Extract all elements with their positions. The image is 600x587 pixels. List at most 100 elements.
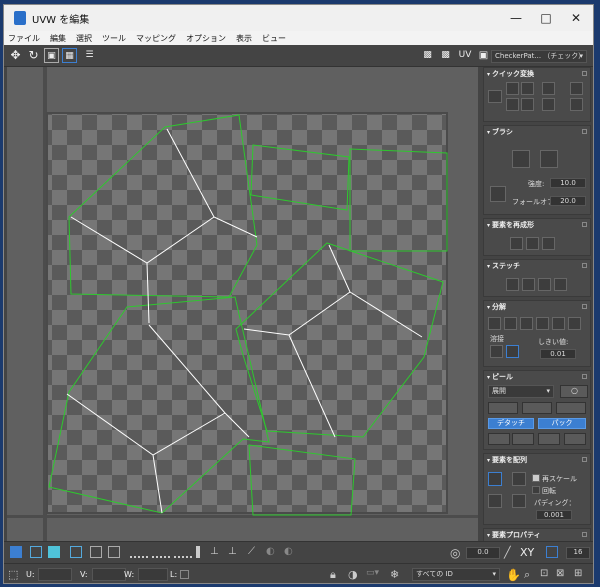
menu-display[interactable]: 表示 — [236, 33, 252, 44]
grid-size-field[interactable]: 16 — [566, 547, 590, 559]
maximize-icon[interactable]: □ — [531, 5, 561, 31]
weld-target-icon[interactable] — [506, 345, 519, 358]
grid-snap-icon[interactable] — [546, 546, 558, 558]
straighten-icon[interactable] — [506, 98, 519, 111]
hide-icon[interactable]: ◑ — [348, 568, 360, 581]
pack-button[interactable]: パック — [538, 418, 586, 429]
material-id-dropdown[interactable]: すべての ID ▾ — [412, 568, 500, 581]
uv-label[interactable]: UV — [456, 48, 474, 63]
arrange-header[interactable]: ▾ 要素を配列 — [484, 454, 590, 466]
peel-reset-button[interactable]: ○ — [560, 385, 588, 398]
pack-together-icon[interactable] — [512, 472, 526, 486]
brush-stroke-icon[interactable] — [490, 186, 506, 202]
distribute-h-icon[interactable] — [570, 82, 583, 95]
ring-select-icon[interactable] — [152, 546, 170, 558]
freeze-icon[interactable]: ❄ — [390, 568, 402, 581]
menu-options[interactable]: オプション — [186, 33, 226, 44]
peel-header[interactable]: ▾ ピール — [484, 371, 590, 383]
align-horizontal-icon[interactable] — [506, 82, 519, 95]
menu-view[interactable]: ビュー — [262, 33, 286, 44]
checker-icon-2[interactable]: ▩ — [438, 48, 453, 63]
rotate-icon[interactable]: ↻ — [26, 48, 41, 63]
cube-icon[interactable] — [542, 237, 555, 250]
zoom-region-icon[interactable]: ⊡ — [540, 568, 552, 580]
peel-quick-button[interactable] — [488, 402, 518, 414]
edge-select-icon[interactable] — [174, 546, 192, 558]
detach-button[interactable]: デタッチ — [488, 418, 534, 429]
xy-label[interactable]: XY — [520, 546, 534, 559]
minimize-icon[interactable]: — — [501, 5, 531, 31]
move-icon[interactable]: ✥ — [8, 48, 23, 63]
pin-icon-2[interactable] — [512, 433, 534, 445]
stitch-target-icon[interactable] — [538, 278, 551, 291]
falloff-field[interactable]: 20.0 — [550, 196, 586, 206]
align-vertical-icon[interactable] — [521, 82, 534, 95]
relax-brush-icon[interactable] — [540, 150, 558, 168]
paint-brush-icon[interactable] — [512, 150, 530, 168]
stitch-avg-icon[interactable] — [522, 278, 535, 291]
pack-custom-icon[interactable] — [488, 494, 502, 508]
menu-file[interactable]: ファイル — [8, 33, 40, 44]
paint-shrink-icon[interactable]: ◐ — [284, 546, 296, 558]
paint-grow-icon[interactable]: ◐ — [266, 546, 278, 558]
transform-icon[interactable]: ╱ — [504, 546, 516, 559]
checker-icon-1[interactable]: ▩ — [420, 48, 435, 63]
grow-selection-icon[interactable] — [90, 546, 102, 558]
lock-icon[interactable]: 🔒︎ — [330, 568, 342, 581]
select-element-icon[interactable] — [70, 546, 82, 558]
zoom-selected-icon[interactable]: ⊞ — [574, 568, 586, 580]
zoom-extents-icon[interactable]: ⊠ — [556, 568, 568, 580]
pack-group-icon[interactable] — [512, 494, 526, 508]
explode-icon-4[interactable] — [536, 317, 549, 330]
peel-lscm-button[interactable] — [522, 402, 552, 414]
falloff-icon[interactable]: ⊥ — [228, 546, 240, 558]
pan-icon[interactable]: ✋ — [506, 568, 521, 582]
explode-icon-1[interactable] — [488, 317, 501, 330]
u-field[interactable] — [38, 568, 72, 581]
reshape-header[interactable]: ▾ 要素を再成形 — [484, 219, 590, 231]
menu-edit[interactable]: 編集 — [50, 33, 66, 44]
pack-normalize-icon[interactable] — [488, 472, 502, 486]
filter-selected-icon[interactable]: ▭▾ — [366, 568, 386, 580]
texture-icon[interactable]: ▣ — [476, 48, 491, 63]
mirror-icon[interactable]: ☰ — [82, 48, 97, 63]
freeform-icon[interactable]: ▦ — [62, 48, 77, 63]
absolute-offset-icon[interactable]: ⬚ — [8, 568, 20, 581]
angle-icon[interactable]: ◎ — [450, 546, 462, 560]
menu-tools[interactable]: ツール — [102, 33, 126, 44]
explode-icon-5[interactable] — [552, 317, 565, 330]
select-vertex-icon[interactable] — [10, 546, 22, 558]
rotate-cw-icon[interactable] — [542, 82, 555, 95]
distribute-v-icon[interactable] — [570, 98, 583, 111]
properties-header[interactable]: ▾ 要素プロパティ — [484, 529, 590, 541]
spacing-icon[interactable] — [521, 98, 534, 111]
zoom-icon[interactable]: ⌕ — [524, 568, 536, 581]
stitch-header[interactable]: ▾ ステッチ — [484, 260, 590, 272]
weld-selected-icon[interactable] — [490, 345, 503, 358]
stitch-source-icon[interactable] — [506, 278, 519, 291]
sphere-icon[interactable] — [526, 237, 539, 250]
angle-field[interactable]: 0.0 — [466, 547, 500, 559]
explode-header[interactable]: ▾ 分解 — [484, 301, 590, 313]
pin-icon-4[interactable] — [564, 433, 586, 445]
v-field[interactable] — [92, 568, 126, 581]
w-field[interactable] — [138, 568, 168, 581]
brush-header[interactable]: ▾ ブラシ — [484, 126, 590, 138]
menu-mapping[interactable]: マッピング — [136, 33, 176, 44]
threshold-field[interactable]: 0.01 — [540, 349, 576, 359]
rotate-checkbox[interactable] — [532, 486, 540, 494]
select-face-icon[interactable] — [48, 546, 60, 558]
strength-field[interactable]: 10.0 — [550, 178, 586, 188]
texture-dropdown[interactable]: CheckerPat... （チェック） ▾ — [491, 50, 587, 63]
pin-select-icon[interactable] — [196, 546, 200, 558]
explode-icon-2[interactable] — [504, 317, 517, 330]
align-center-icon[interactable] — [488, 90, 502, 103]
rotate-ccw-icon[interactable] — [542, 98, 555, 111]
select-edge-icon[interactable] — [30, 546, 42, 558]
pin-icon-1[interactable] — [488, 433, 510, 445]
close-icon[interactable]: ✕ — [561, 5, 591, 31]
uv-canvas[interactable] — [7, 67, 478, 541]
peel-pelt-button[interactable] — [556, 402, 586, 414]
loop-select-icon[interactable] — [130, 546, 148, 558]
padding-field[interactable]: 0.001 — [536, 510, 572, 520]
